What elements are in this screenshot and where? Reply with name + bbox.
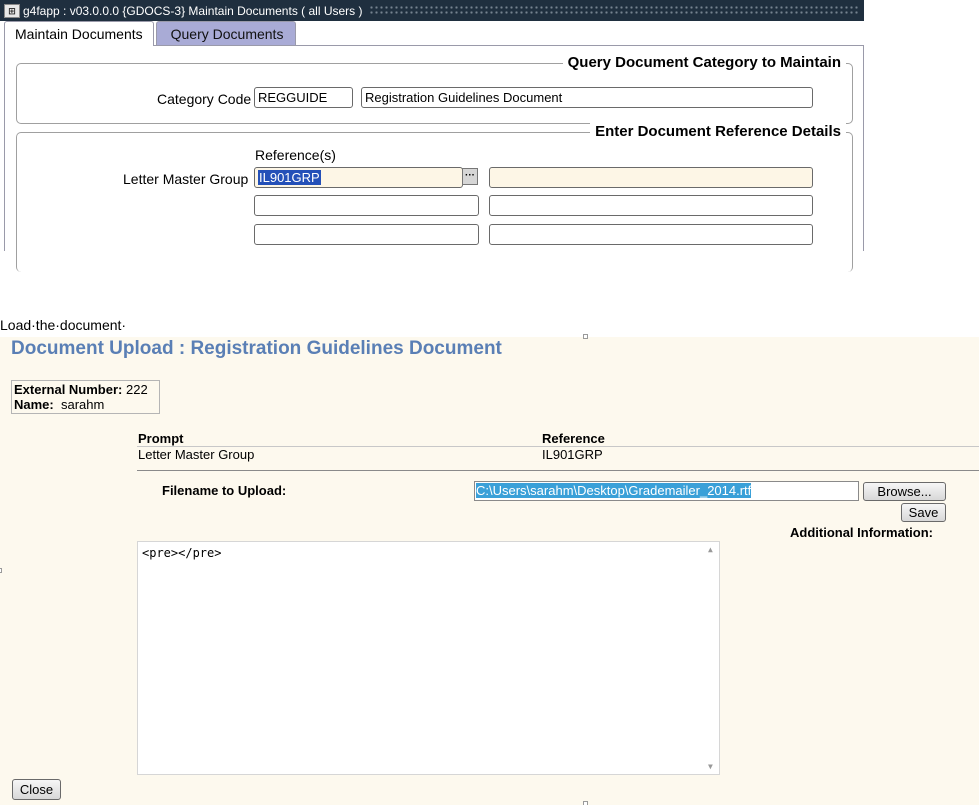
additional-info-label: Additional Information: bbox=[790, 525, 933, 540]
tab-maintain-documents[interactable]: Maintain Documents bbox=[4, 21, 154, 46]
window-title: g4fapp : v03.0.0.0 {GDOCS-3} Maintain Do… bbox=[23, 3, 363, 18]
reference-header: Reference bbox=[542, 431, 605, 446]
name-value: sarahm bbox=[60, 397, 105, 412]
tab-query-documents[interactable]: Query Documents bbox=[155, 21, 297, 45]
references-header: Reference(s) bbox=[255, 147, 336, 163]
reference-value: IL901GRP bbox=[542, 447, 603, 462]
category-code-field[interactable]: REGGUIDE bbox=[254, 87, 353, 108]
tab-strip: Maintain Documents Query Documents bbox=[4, 21, 297, 46]
resize-handle-left[interactable] bbox=[0, 568, 2, 573]
letter-master-group-label: Letter Master Group bbox=[123, 171, 249, 187]
app-icon: ⊞ bbox=[4, 3, 20, 18]
query-category-group-title: Query Document Category to Maintain bbox=[562, 54, 846, 71]
resize-handle-bottom[interactable] bbox=[583, 801, 588, 805]
section-divider bbox=[137, 470, 979, 471]
prompt-header: Prompt bbox=[138, 431, 184, 446]
additional-info-textarea[interactable]: <pre></pre> ▲ ▼ bbox=[137, 541, 720, 775]
additional-info-text: <pre></pre> bbox=[142, 546, 222, 560]
reference-description-field-2[interactable] bbox=[489, 195, 813, 216]
instruction-caption: Load·the·document· bbox=[0, 317, 127, 333]
category-code-label: Category Code bbox=[157, 91, 252, 107]
reference-field-2[interactable] bbox=[254, 195, 479, 216]
external-number-label: External Number: bbox=[14, 382, 123, 397]
scroll-up-icon[interactable]: ▲ bbox=[708, 545, 713, 554]
textarea-scrollbar[interactable]: ▲ ▼ bbox=[705, 542, 719, 774]
close-button[interactable]: Close bbox=[12, 779, 61, 800]
document-upload-window: Document Upload : Registration Guideline… bbox=[0, 334, 979, 805]
category-description-field[interactable]: Registration Guidelines Document bbox=[361, 87, 813, 108]
scroll-down-icon[interactable]: ▼ bbox=[708, 762, 713, 771]
window-titlebar: ⊞ g4fapp : v03.0.0.0 {GDOCS-3} Maintain … bbox=[0, 0, 864, 21]
reference-field-3[interactable] bbox=[254, 224, 479, 245]
reference-field-1[interactable]: IL901GRP bbox=[254, 167, 463, 188]
reference-description-field-1[interactable] bbox=[489, 167, 813, 188]
titlebar-pattern bbox=[368, 5, 858, 16]
filename-input[interactable]: C:\Users\sarahm\Desktop\Grademailer_2014… bbox=[474, 481, 859, 501]
prompt-value: Letter Master Group bbox=[138, 447, 255, 462]
reference-lookup-button[interactable]: ··· bbox=[462, 168, 478, 185]
upload-title: Document Upload : Registration Guideline… bbox=[11, 338, 502, 359]
user-info-box: External Number: 222 Name: sarahm bbox=[11, 380, 160, 414]
external-number-value: 222 bbox=[126, 382, 148, 397]
reference-field-1-value: IL901GRP bbox=[258, 170, 321, 185]
resize-handle-top[interactable] bbox=[583, 334, 588, 339]
app-window: ⊞ g4fapp : v03.0.0.0 {GDOCS-3} Maintain … bbox=[0, 0, 864, 272]
filename-input-value: C:\Users\sarahm\Desktop\Grademailer_2014… bbox=[476, 483, 752, 498]
browse-button[interactable]: Browse... bbox=[863, 482, 946, 501]
reference-description-field-3[interactable] bbox=[489, 224, 813, 245]
maintain-documents-panel: Query Document Category to Maintain Cate… bbox=[4, 45, 864, 272]
name-label: Name: bbox=[14, 397, 54, 412]
filename-label: Filename to Upload: bbox=[162, 483, 287, 498]
reference-details-group-title: Enter Document Reference Details bbox=[590, 123, 846, 140]
save-button[interactable]: Save bbox=[901, 503, 946, 522]
